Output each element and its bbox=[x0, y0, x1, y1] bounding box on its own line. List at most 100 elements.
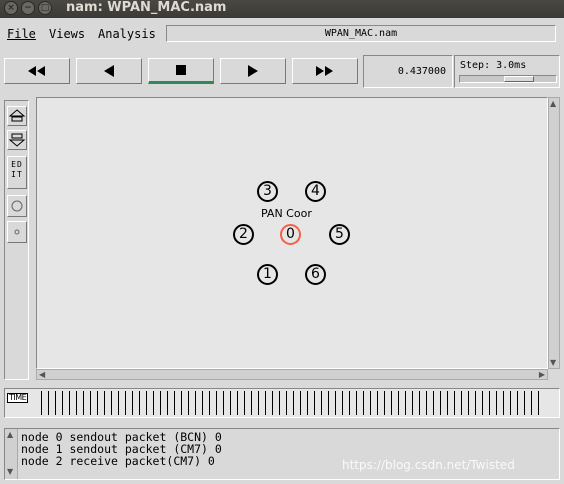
rewind-button[interactable] bbox=[4, 58, 70, 84]
timeline-tick bbox=[398, 391, 399, 415]
menu-bar: File Views Analysis WPAN_MAC.nam bbox=[0, 22, 564, 46]
scroll-down-icon[interactable]: ▼ bbox=[550, 358, 556, 367]
timeline-tick bbox=[230, 391, 231, 415]
timeline-tick bbox=[517, 391, 518, 415]
log-scroll-down-icon[interactable]: ▼ bbox=[7, 467, 13, 476]
play-back-button[interactable] bbox=[76, 58, 142, 84]
time-value: 0.437000 bbox=[397, 66, 446, 77]
timeline-tick bbox=[83, 391, 84, 415]
timeline-tick bbox=[202, 391, 203, 415]
play-button[interactable] bbox=[220, 58, 286, 84]
dot-icon bbox=[14, 229, 20, 235]
step-slider-thumb[interactable] bbox=[504, 76, 534, 82]
close-window-button[interactable]: × bbox=[4, 1, 18, 15]
vertical-scrollbar[interactable]: ▲ ▼ bbox=[548, 97, 560, 369]
zoom-out-button[interactable] bbox=[7, 130, 27, 150]
timeline-tick bbox=[146, 391, 147, 415]
timeline-tick bbox=[412, 391, 413, 415]
node-tool-button[interactable] bbox=[7, 195, 27, 217]
node-6[interactable]: 6 bbox=[305, 264, 326, 285]
step-control: Step: 3.0ms bbox=[454, 55, 560, 88]
timeline-tick bbox=[69, 391, 70, 415]
maximize-icon: □ bbox=[40, 3, 50, 13]
node-3[interactable]: 3 bbox=[257, 181, 278, 202]
close-icon: × bbox=[7, 3, 15, 13]
title-bar: × − □ nam: WPAN_MAC.nam bbox=[0, 0, 564, 18]
timeline-tick bbox=[139, 391, 140, 415]
stop-button[interactable] bbox=[148, 58, 214, 84]
minimize-window-button[interactable]: − bbox=[21, 1, 35, 15]
circle-icon bbox=[11, 200, 23, 212]
timeline[interactable]: TIME bbox=[4, 388, 560, 418]
filename-display: WPAN_MAC.nam bbox=[166, 25, 556, 42]
menu-views-label: Views bbox=[49, 27, 86, 41]
menu-analysis[interactable]: Analysis bbox=[98, 27, 156, 41]
log-line: node 2 receive packet(CM7) 0 bbox=[21, 454, 215, 468]
timeline-tick bbox=[447, 391, 448, 415]
timeline-tick bbox=[195, 391, 196, 415]
window-title: nam: WPAN_MAC.nam bbox=[66, 0, 227, 15]
scroll-right-icon[interactable]: ▶ bbox=[539, 370, 545, 379]
timeline-tick bbox=[426, 391, 427, 415]
maximize-window-button[interactable]: □ bbox=[38, 1, 52, 15]
timeline-tick bbox=[363, 391, 364, 415]
timeline-tick bbox=[90, 391, 91, 415]
edit-button[interactable]: ED IT bbox=[7, 156, 27, 189]
zoom-out-icon bbox=[8, 133, 26, 147]
zoom-in-button[interactable] bbox=[7, 106, 27, 126]
timeline-tick bbox=[377, 391, 378, 415]
fast-forward-button[interactable] bbox=[292, 58, 358, 84]
timeline-tick bbox=[328, 391, 329, 415]
node-0[interactable]: 0 bbox=[280, 224, 301, 245]
zoom-in-icon bbox=[8, 109, 26, 122]
pan-coordinator-label: PAN Coor bbox=[261, 207, 312, 220]
timeline-tick bbox=[454, 391, 455, 415]
scroll-up-icon[interactable]: ▲ bbox=[550, 99, 556, 108]
timeline-tick bbox=[384, 391, 385, 415]
node-1[interactable]: 1 bbox=[257, 264, 278, 285]
timeline-tick bbox=[216, 391, 217, 415]
point-tool-button[interactable] bbox=[7, 221, 27, 243]
rewind-icon bbox=[28, 66, 45, 76]
node-5[interactable]: 5 bbox=[329, 224, 350, 245]
menu-views[interactable]: Views bbox=[49, 27, 85, 41]
menu-analysis-label: Analysis bbox=[98, 27, 156, 41]
node-2[interactable]: 2 bbox=[233, 224, 254, 245]
timeline-tick bbox=[272, 391, 273, 415]
timeline-tick bbox=[489, 391, 490, 415]
timeline-tick bbox=[265, 391, 266, 415]
watermark: https://blog.csdn.net/Twisted bbox=[342, 458, 515, 472]
step-slider[interactable] bbox=[459, 75, 557, 83]
timeline-tick bbox=[62, 391, 63, 415]
timeline-tick bbox=[160, 391, 161, 415]
timeline-tick bbox=[496, 391, 497, 415]
timeline-tick bbox=[391, 391, 392, 415]
timeline-tick bbox=[342, 391, 343, 415]
minimize-icon: − bbox=[24, 3, 32, 13]
timeline-tick bbox=[251, 391, 252, 415]
log-scroll-up-icon[interactable]: ▲ bbox=[7, 430, 13, 439]
menu-file[interactable]: File bbox=[7, 27, 36, 41]
timeline-tick bbox=[188, 391, 189, 415]
timeline-tick bbox=[279, 391, 280, 415]
timeline-tick bbox=[475, 391, 476, 415]
node-4[interactable]: 4 bbox=[305, 181, 326, 202]
timeline-tick bbox=[461, 391, 462, 415]
timeline-tick bbox=[258, 391, 259, 415]
timeline-tick bbox=[321, 391, 322, 415]
fast-forward-icon bbox=[316, 66, 333, 76]
timeline-tick bbox=[300, 391, 301, 415]
timeline-tick bbox=[167, 391, 168, 415]
horizontal-scrollbar[interactable]: ◀ ▶ bbox=[36, 369, 548, 380]
timeline-ticks bbox=[41, 391, 547, 417]
play-back-icon bbox=[104, 65, 114, 77]
log-scrollbar[interactable]: ▲ ▼ bbox=[5, 429, 18, 479]
network-canvas[interactable]: PAN Coor 0 1 2 3 4 5 6 bbox=[36, 97, 548, 369]
timeline-tick bbox=[111, 391, 112, 415]
scroll-left-icon[interactable]: ◀ bbox=[39, 370, 45, 379]
timeline-tick bbox=[307, 391, 308, 415]
time-display: 0.437000 bbox=[363, 55, 453, 88]
timeline-tick bbox=[433, 391, 434, 415]
step-label: Step: 3.0ms bbox=[460, 60, 527, 71]
timeline-tick bbox=[405, 391, 406, 415]
